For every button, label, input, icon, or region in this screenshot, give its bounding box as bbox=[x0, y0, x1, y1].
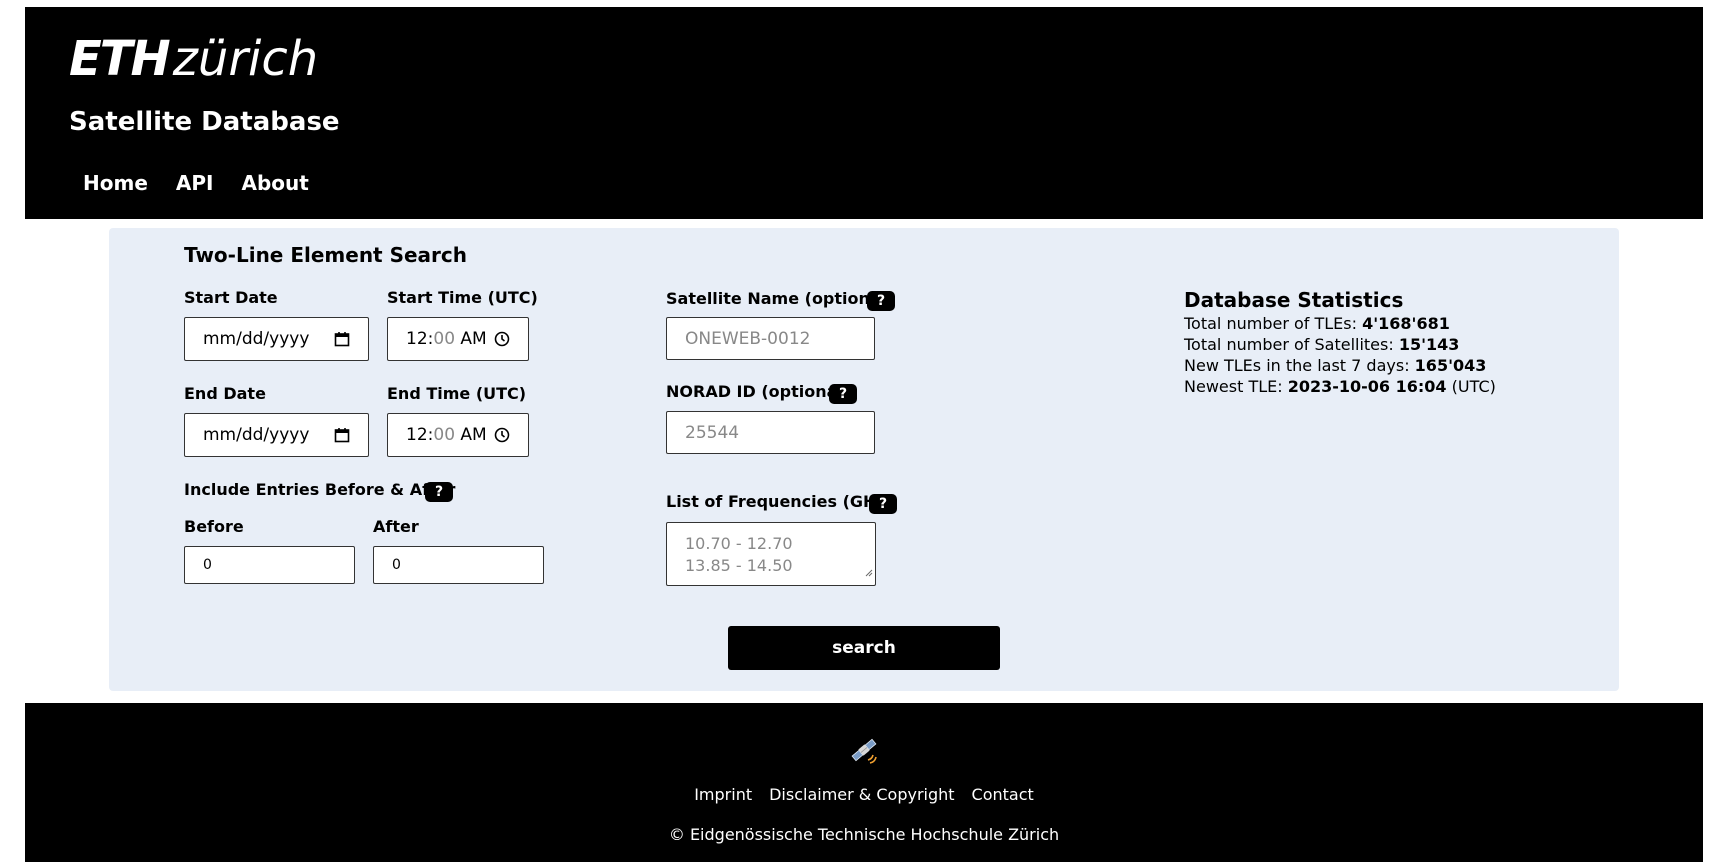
after-label: After bbox=[373, 517, 419, 536]
norad-id-placeholder: 25544 bbox=[685, 422, 740, 443]
satellite-name-placeholder: ONEWEB-0012 bbox=[685, 328, 811, 349]
footer-imprint-link[interactable]: Imprint bbox=[694, 785, 752, 804]
footer-links: Imprint Disclaimer & Copyright Contact bbox=[25, 785, 1703, 804]
frequencies-placeholder-line-1: 10.70 - 12.70 bbox=[685, 534, 793, 553]
frequencies-help-button[interactable]: ? bbox=[869, 494, 897, 514]
start-date-label: Start Date bbox=[184, 288, 278, 307]
resize-grip-icon[interactable] bbox=[865, 561, 873, 583]
frequencies-placeholder-line-2: 13.85 - 14.50 bbox=[685, 556, 793, 575]
form-title: Two-Line Element Search bbox=[184, 243, 467, 267]
start-time-minute: 00 bbox=[433, 329, 456, 349]
site-title: Satellite Database bbox=[69, 107, 340, 137]
logo-eth: ETH bbox=[69, 31, 171, 87]
stats-total-satellites-value: 15'143 bbox=[1398, 335, 1460, 354]
database-statistics: Database Statistics Total number of TLEs… bbox=[1184, 290, 1496, 397]
calendar-icon[interactable] bbox=[334, 427, 350, 443]
stats-total-satellites-label: Total number of Satellites: bbox=[1184, 335, 1399, 354]
start-time-ampm: AM bbox=[460, 329, 487, 349]
site-footer: Imprint Disclaimer & Copyright Contact ©… bbox=[25, 703, 1703, 862]
stats-newest-tle: Newest TLE: 2023-10-06 16:04 (UTC) bbox=[1184, 376, 1496, 397]
nav-about-link[interactable]: About bbox=[241, 171, 308, 195]
before-label: Before bbox=[184, 517, 244, 536]
site-header: ETHzürich Satellite Database Home API Ab… bbox=[25, 7, 1703, 219]
logo-zurich: zürich bbox=[172, 31, 319, 87]
calendar-icon[interactable] bbox=[334, 331, 350, 347]
after-value: 0 bbox=[392, 557, 401, 573]
satellite-icon bbox=[849, 735, 879, 769]
main-nav: Home API About bbox=[83, 171, 309, 195]
before-value: 0 bbox=[203, 557, 212, 573]
start-date-input[interactable]: mm/dd/yyyy bbox=[184, 317, 369, 361]
after-input[interactable]: 0 bbox=[373, 546, 544, 584]
stats-newest-tle-value: 2023-10-06 16:04 bbox=[1287, 377, 1447, 396]
end-time-ampm: AM bbox=[460, 425, 487, 445]
stats-newest-tle-label: Newest TLE: bbox=[1184, 377, 1288, 396]
stats-total-satellites: Total number of Satellites: 15'143 bbox=[1184, 334, 1496, 355]
stats-total-tles: Total number of TLEs: 4'168'681 bbox=[1184, 313, 1496, 334]
before-input[interactable]: 0 bbox=[184, 546, 355, 584]
nav-api-link[interactable]: API bbox=[176, 171, 214, 195]
start-time-label: Start Time (UTC) bbox=[387, 288, 538, 307]
end-date-value: mm/dd/yyyy bbox=[203, 425, 310, 445]
eth-zurich-logo[interactable]: ETHzürich bbox=[69, 35, 318, 83]
satellite-name-label: Satellite Name (optional) bbox=[666, 289, 894, 308]
frequencies-label: List of Frequencies (GHz) bbox=[666, 492, 894, 511]
nav-home-link[interactable]: Home bbox=[83, 171, 148, 195]
stats-newest-tle-suffix: (UTC) bbox=[1446, 377, 1496, 396]
end-time-minute: 00 bbox=[433, 425, 456, 445]
footer-disclaimer-link[interactable]: Disclaimer & Copyright bbox=[769, 785, 954, 804]
stats-title: Database Statistics bbox=[1184, 288, 1404, 312]
include-entries-help-button[interactable]: ? bbox=[425, 482, 453, 502]
end-time-label: End Time (UTC) bbox=[387, 384, 527, 403]
stats-new-tles-label: New TLEs in the last 7 days: bbox=[1184, 356, 1415, 375]
clock-icon[interactable] bbox=[494, 427, 510, 443]
stats-total-tles-value: 4'168'681 bbox=[1362, 314, 1450, 333]
norad-id-input[interactable]: 25544 bbox=[666, 411, 875, 454]
satellite-name-input[interactable]: ONEWEB-0012 bbox=[666, 317, 875, 360]
include-entries-label: Include Entries Before & After bbox=[184, 480, 456, 499]
tle-search-panel: Two-Line Element Search Start Date mm/dd… bbox=[109, 228, 1619, 691]
footer-contact-link[interactable]: Contact bbox=[972, 785, 1034, 804]
end-date-input[interactable]: mm/dd/yyyy bbox=[184, 413, 369, 457]
norad-id-label: NORAD ID (optional) bbox=[666, 382, 851, 401]
end-time-input[interactable]: 12:00 AM bbox=[387, 413, 529, 457]
stats-new-tles-value: 165'043 bbox=[1414, 356, 1487, 375]
satellite-name-help-button[interactable]: ? bbox=[867, 291, 895, 311]
norad-id-help-button[interactable]: ? bbox=[829, 384, 857, 404]
start-time-input[interactable]: 12:00 AM bbox=[387, 317, 529, 361]
start-time-hour: 12 bbox=[406, 329, 428, 349]
clock-icon[interactable] bbox=[494, 331, 510, 347]
stats-total-tles-label: Total number of TLEs: bbox=[1184, 314, 1363, 333]
end-time-hour: 12 bbox=[406, 425, 428, 445]
start-date-value: mm/dd/yyyy bbox=[203, 329, 310, 349]
end-date-label: End Date bbox=[184, 384, 266, 403]
frequencies-textarea[interactable]: 10.70 - 12.70 13.85 - 14.50 bbox=[666, 522, 876, 586]
stats-new-tles: New TLEs in the last 7 days: 165'043 bbox=[1184, 355, 1496, 376]
copyright: © Eidgenössische Technische Hochschule Z… bbox=[668, 825, 1060, 844]
search-button[interactable]: search bbox=[728, 626, 1000, 670]
